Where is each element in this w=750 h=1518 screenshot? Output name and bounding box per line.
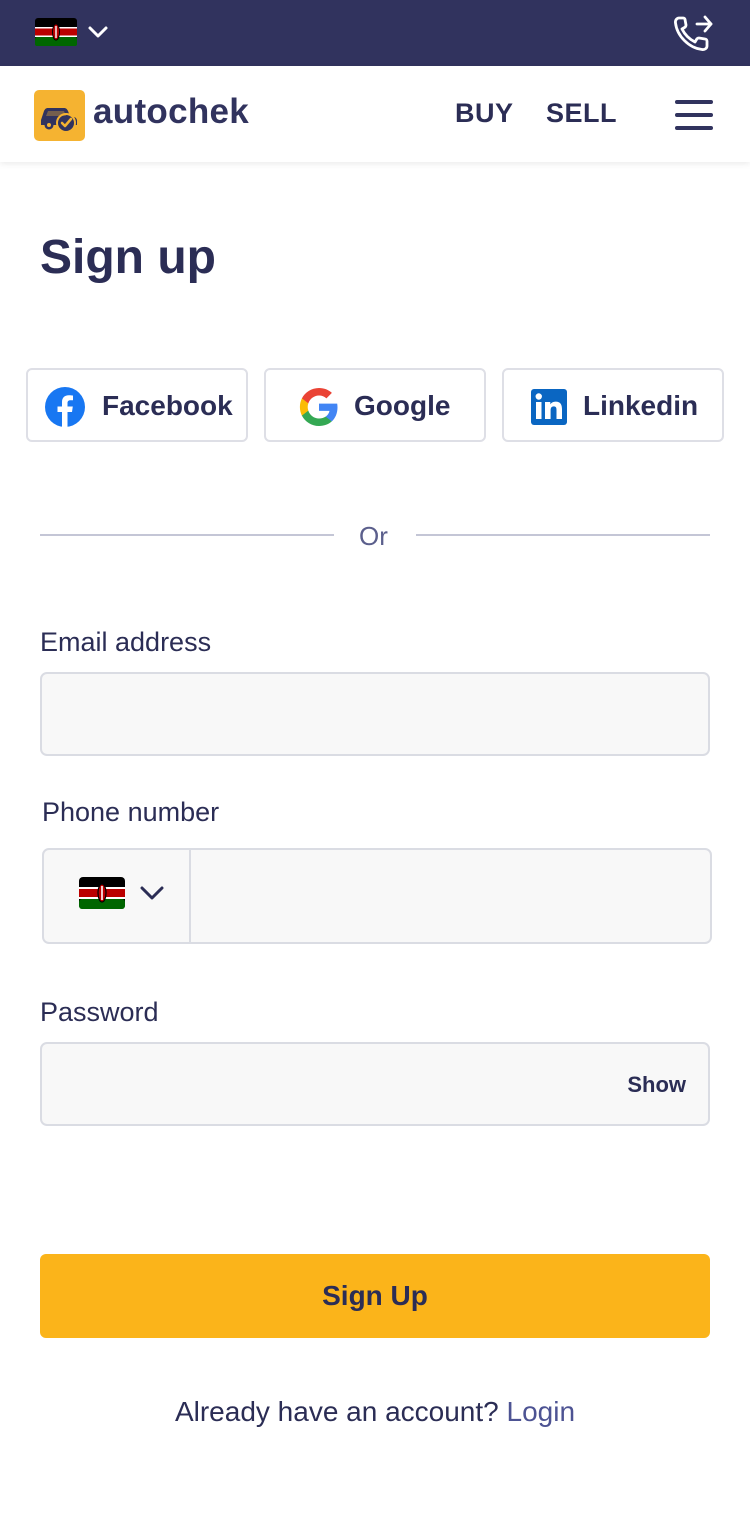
- phone-number-field[interactable]: [191, 850, 712, 942]
- main-navbar: autochek BUY SELL: [0, 66, 750, 162]
- facebook-label: Facebook: [102, 390, 233, 421]
- linkedin-icon: [531, 389, 567, 425]
- email-field-container: [40, 672, 710, 756]
- email-label: Email address: [40, 627, 212, 657]
- linkedin-signup-button[interactable]: Linkedin: [502, 368, 724, 442]
- chevron-down-icon[interactable]: [86, 22, 110, 42]
- password-field[interactable]: [42, 1044, 602, 1124]
- logo-text[interactable]: autochek: [93, 92, 249, 132]
- kenya-flag-icon: [79, 877, 125, 909]
- phone-label: Phone number: [42, 797, 220, 827]
- facebook-signup-button[interactable]: Facebook: [26, 368, 248, 442]
- email-field[interactable]: [42, 674, 708, 754]
- hamburger-menu-icon[interactable]: [675, 99, 713, 131]
- password-field-container: Show: [40, 1042, 710, 1126]
- phone-field-container: [42, 848, 712, 944]
- divider-line-left: [40, 534, 334, 536]
- sign-up-button-label: Sign Up: [322, 1280, 428, 1311]
- login-prompt: Already have an account? Login: [0, 1396, 750, 1428]
- sign-up-button[interactable]: Sign Up: [40, 1254, 710, 1338]
- google-label: Google: [354, 390, 451, 421]
- page-title: Sign up: [40, 231, 216, 284]
- top-bar: [0, 0, 750, 66]
- phone-country-select[interactable]: [44, 850, 191, 942]
- login-link[interactable]: Login: [507, 1396, 576, 1427]
- autochek-logo-icon[interactable]: [34, 90, 85, 141]
- chevron-down-icon: [140, 886, 164, 900]
- login-prompt-text: Already have an account?: [174, 1396, 507, 1427]
- phone-forward-icon[interactable]: [671, 12, 715, 54]
- google-signup-button[interactable]: Google: [264, 368, 486, 442]
- google-icon: [299, 388, 338, 426]
- divider-line-right: [416, 534, 710, 536]
- nav-buy-link[interactable]: BUY: [455, 98, 514, 129]
- divider-or-text: Or: [359, 521, 388, 551]
- password-label: Password: [40, 997, 159, 1027]
- show-password-toggle[interactable]: Show: [627, 1072, 686, 1098]
- linkedin-label: Linkedin: [583, 390, 699, 421]
- nav-sell-link[interactable]: SELL: [546, 98, 617, 129]
- kenya-flag-icon[interactable]: [35, 18, 77, 46]
- facebook-icon: [45, 387, 85, 427]
